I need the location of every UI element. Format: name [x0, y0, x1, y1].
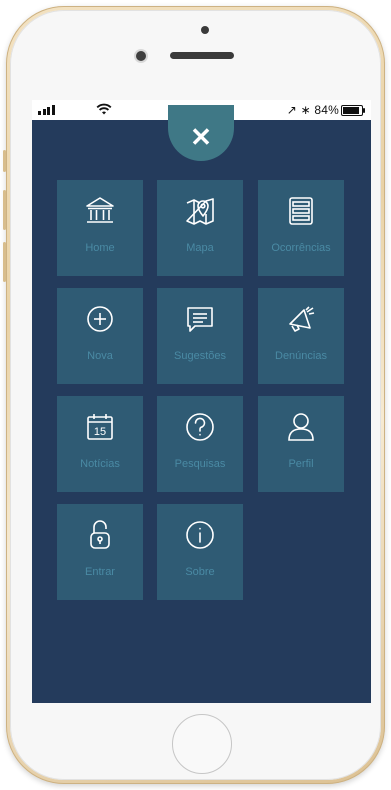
calendar-day: 15 — [93, 426, 107, 438]
menu-item-label: Nova — [87, 350, 113, 362]
menu-item-label: Ocorrências — [271, 242, 331, 254]
menu-item-label: Entrar — [85, 566, 115, 578]
list-box-icon — [289, 197, 313, 225]
plus-circle-icon — [87, 306, 113, 332]
battery-icon — [341, 105, 365, 116]
menu-item-label: Home — [85, 242, 115, 254]
proximity-sensor — [201, 26, 209, 34]
battery-percent: 84% — [314, 103, 339, 117]
close-icon: ✕ — [190, 121, 212, 152]
bank-building-icon — [86, 197, 114, 223]
location-bluetooth-icons: ↗ ∗ — [286, 103, 311, 117]
menu-item-mapa[interactable]: Mapa — [157, 180, 243, 276]
padlock-icon — [90, 520, 110, 549]
info-circle-icon — [186, 521, 214, 549]
menu-item-sugestoes[interactable]: Sugestões — [157, 288, 243, 384]
menu-item-label: Pesquisas — [174, 458, 226, 470]
menu-item-label: Sobre — [185, 566, 215, 578]
question-circle-icon — [186, 413, 214, 441]
menu-item-label: Mapa — [186, 242, 214, 254]
menu-item-home[interactable]: Home — [57, 180, 143, 276]
menu-item-label: Perfil — [288, 458, 314, 470]
person-icon — [288, 413, 314, 441]
map-pin-icon — [186, 198, 214, 225]
menu-item-perfil[interactable]: Perfil — [258, 396, 344, 492]
app-screen: 10:39 ↗ ∗ 84% ✕ Home — [32, 100, 371, 703]
chat-bubble-icon — [187, 307, 213, 332]
menu-item-entrar[interactable]: Entrar — [57, 504, 143, 600]
volume-down-button — [3, 242, 6, 282]
menu-item-label: Sugestões — [174, 350, 226, 362]
status-right: ↗ ∗ 84% — [287, 103, 339, 117]
menu-item-label: Notícias — [80, 458, 120, 470]
menu-item-sobre[interactable]: Sobre — [157, 504, 243, 600]
menu-item-ocorrencias[interactable]: Ocorrências — [258, 180, 344, 276]
home-button[interactable] — [172, 714, 232, 774]
volume-up-button — [3, 190, 6, 230]
close-menu-button[interactable]: ✕ — [168, 105, 234, 161]
menu-item-pesquisas[interactable]: Pesquisas — [157, 396, 243, 492]
menu-item-denuncias[interactable]: Denúncias — [258, 288, 344, 384]
menu-item-noticias[interactable]: 15 Notícias — [57, 396, 143, 492]
front-camera — [136, 51, 146, 61]
mute-switch — [3, 150, 6, 172]
menu-item-label: Denúncias — [275, 350, 327, 362]
earpiece-speaker — [170, 52, 234, 59]
megaphone-icon — [289, 306, 315, 332]
menu-item-nova[interactable]: Nova — [57, 288, 143, 384]
